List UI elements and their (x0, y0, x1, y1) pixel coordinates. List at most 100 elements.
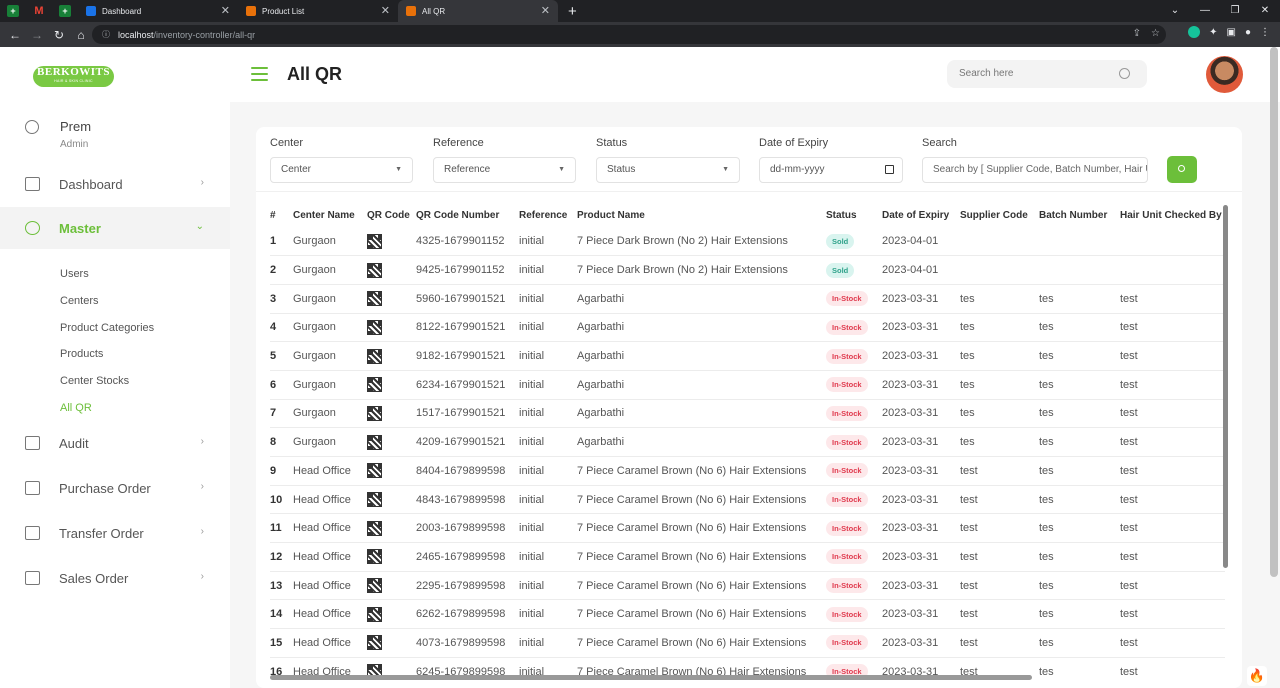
table-row[interactable]: 12 Head Office 2465-1679899598 initial 7… (270, 542, 1225, 572)
qr-code-icon[interactable] (367, 549, 382, 565)
table-row[interactable]: 7 Gurgaon 1517-1679901521 initial Agarba… (270, 399, 1225, 429)
browser-tab[interactable]: All QR ✕ (398, 0, 558, 22)
table-row[interactable]: 5 Gurgaon 9182-1679901521 initial Agarba… (270, 341, 1225, 371)
url-bar[interactable]: ⓘ localhost/inventory-controller/all-qr … (92, 25, 1166, 44)
status-select[interactable]: Status ▼ (596, 157, 740, 183)
table-row[interactable]: 2 Gurgaon 9425-1679901152 initial 7 Piec… (270, 255, 1225, 285)
header-search-input[interactable]: Search here (947, 60, 1147, 88)
close-tab-icon[interactable]: ✕ (381, 4, 390, 17)
side-panel-icon[interactable]: ▣ (1227, 27, 1236, 38)
qr-code-icon[interactable] (367, 606, 382, 622)
sidebar-item-purchase-order[interactable]: Purchase Order › (0, 467, 230, 509)
table-row[interactable]: 8 Gurgaon 4209-1679901521 initial Agarba… (270, 427, 1225, 457)
avatar[interactable] (1206, 56, 1243, 93)
search-icon[interactable] (1119, 68, 1130, 79)
table-row[interactable]: 6 Gurgaon 6234-1679901521 initial Agarba… (270, 370, 1225, 400)
column-header[interactable]: Date of Expiry (882, 203, 960, 227)
sidebar-item-sales-order[interactable]: Sales Order › (0, 557, 230, 599)
table-row[interactable]: 10 Head Office 4843-1679899598 initial 7… (270, 485, 1225, 515)
expiry-date-input[interactable]: dd-mm-yyyy (759, 157, 903, 183)
minimize-button[interactable]: — (1190, 0, 1220, 22)
qr-code-icon[interactable] (367, 492, 382, 508)
column-header[interactable]: Center Name (293, 203, 367, 227)
page-scrollbar[interactable] (1270, 47, 1278, 577)
table-row[interactable]: 9 Head Office 8404-1679899598 initial 7 … (270, 456, 1225, 486)
table-row[interactable]: 15 Head Office 4073-1679899598 initial 7… (270, 628, 1225, 658)
submenu-item-users[interactable]: Users (60, 268, 89, 280)
table-search-input[interactable]: Search by [ Supplier Code, Batch Number,… (922, 157, 1148, 183)
vertical-scrollbar[interactable] (1223, 205, 1228, 568)
sidebar-item-audit[interactable]: Audit › (0, 422, 230, 464)
close-tab-icon[interactable]: ✕ (541, 4, 550, 17)
maximize-button[interactable]: ❐ (1220, 0, 1250, 22)
table-row[interactable]: 16 Head Office 6245-1679899598 initial 7… (270, 657, 1225, 675)
submenu-item-all-qr[interactable]: All QR (60, 402, 92, 414)
share-icon[interactable]: ⇪ (1133, 28, 1141, 39)
tab-title: Dashboard (102, 6, 142, 16)
tab-search-icon[interactable]: ⌄ (1160, 0, 1190, 22)
pinned-tab-sheets-2[interactable]: + (52, 0, 78, 22)
column-header[interactable]: QR Code (367, 203, 416, 227)
column-header[interactable]: Batch Number (1039, 203, 1120, 227)
qr-code-icon[interactable] (367, 233, 382, 249)
column-header[interactable]: Hair Unit Checked By (1120, 203, 1225, 227)
center-select[interactable]: Center ▼ (270, 157, 413, 183)
new-tab-button[interactable]: + (568, 3, 577, 20)
home-button[interactable]: ⌂ (70, 28, 92, 42)
reference-select[interactable]: Reference ▼ (433, 157, 576, 183)
table-row[interactable]: 13 Head Office 2295-1679899598 initial 7… (270, 571, 1225, 601)
column-header[interactable]: Status (826, 203, 882, 227)
table-row[interactable]: 3 Gurgaon 5960-1679901521 initial Agarba… (270, 284, 1225, 314)
horizontal-scrollbar[interactable] (270, 675, 1032, 680)
reload-button[interactable]: ↻ (48, 28, 70, 42)
site-info-icon[interactable]: ⓘ (102, 29, 110, 40)
submenu-item-center-stocks[interactable]: Center Stocks (60, 375, 129, 387)
column-header[interactable]: Product Name (577, 203, 826, 227)
close-tab-icon[interactable]: ✕ (221, 4, 230, 17)
sidebar-item-label: Sales Order (59, 570, 129, 586)
grammarly-icon[interactable] (1188, 26, 1201, 38)
column-header[interactable]: QR Code Number (416, 203, 519, 227)
qr-code-icon[interactable] (367, 578, 382, 594)
qr-code-icon[interactable] (367, 319, 382, 335)
calendar-icon[interactable] (885, 165, 894, 174)
column-header[interactable]: # (270, 203, 293, 227)
column-header[interactable]: Reference (519, 203, 577, 227)
berkowits-logo[interactable]: BERKOWITS HAIR & SKIN CLINIC (33, 66, 114, 87)
bookmark-star-icon[interactable]: ☆ (1151, 28, 1160, 39)
table-row[interactable]: 4 Gurgaon 8122-1679901521 initial Agarba… (270, 313, 1225, 343)
submenu-item-product-categories[interactable]: Product Categories (60, 322, 154, 334)
qr-code-icon[interactable] (367, 405, 382, 421)
menu-kebab-icon[interactable]: ⋮ (1260, 27, 1270, 38)
qr-code-icon[interactable] (367, 664, 382, 675)
extensions-puzzle-icon[interactable]: ✦ (1209, 27, 1217, 38)
column-header[interactable]: Supplier Code (960, 203, 1039, 227)
submenu-item-products[interactable]: Products (60, 348, 103, 360)
browser-tab[interactable]: Product List ✕ (238, 0, 398, 22)
sidebar-item-dashboard[interactable]: Dashboard › (0, 163, 230, 205)
qr-code-icon[interactable] (367, 434, 382, 450)
qr-code-icon[interactable] (367, 348, 382, 364)
back-button[interactable]: ← (4, 28, 26, 42)
qr-code-icon[interactable] (367, 635, 382, 651)
sidebar-item-transfer-order[interactable]: Transfer Order › (0, 512, 230, 554)
qr-code-icon[interactable] (367, 463, 382, 479)
qr-code-icon[interactable] (367, 262, 382, 278)
table-row[interactable]: 1 Gurgaon 4325-1679901152 initial 7 Piec… (270, 227, 1225, 257)
pinned-tab-sheets[interactable]: + (0, 0, 26, 22)
search-button[interactable] (1167, 156, 1197, 183)
pinned-tab-gmail[interactable]: M (26, 0, 52, 22)
flame-icon[interactable]: 🔥 (1247, 666, 1267, 686)
qr-code-icon[interactable] (367, 377, 382, 393)
qr-code-icon[interactable] (367, 520, 382, 536)
hamburger-menu-icon[interactable] (251, 67, 268, 85)
sidebar-item-master[interactable]: Master ⌄ (0, 207, 230, 249)
table-row[interactable]: 11 Head Office 2003-1679899598 initial 7… (270, 513, 1225, 544)
profile-icon[interactable]: ● (1245, 27, 1251, 38)
forward-button[interactable]: → (26, 28, 48, 42)
close-window-button[interactable]: ✕ (1250, 0, 1280, 22)
table-row[interactable]: 14 Head Office 6262-1679899598 initial 7… (270, 599, 1225, 630)
browser-tab[interactable]: Dashboard ✕ (78, 0, 238, 22)
qr-code-icon[interactable] (367, 291, 382, 307)
submenu-item-centers[interactable]: Centers (60, 295, 99, 307)
